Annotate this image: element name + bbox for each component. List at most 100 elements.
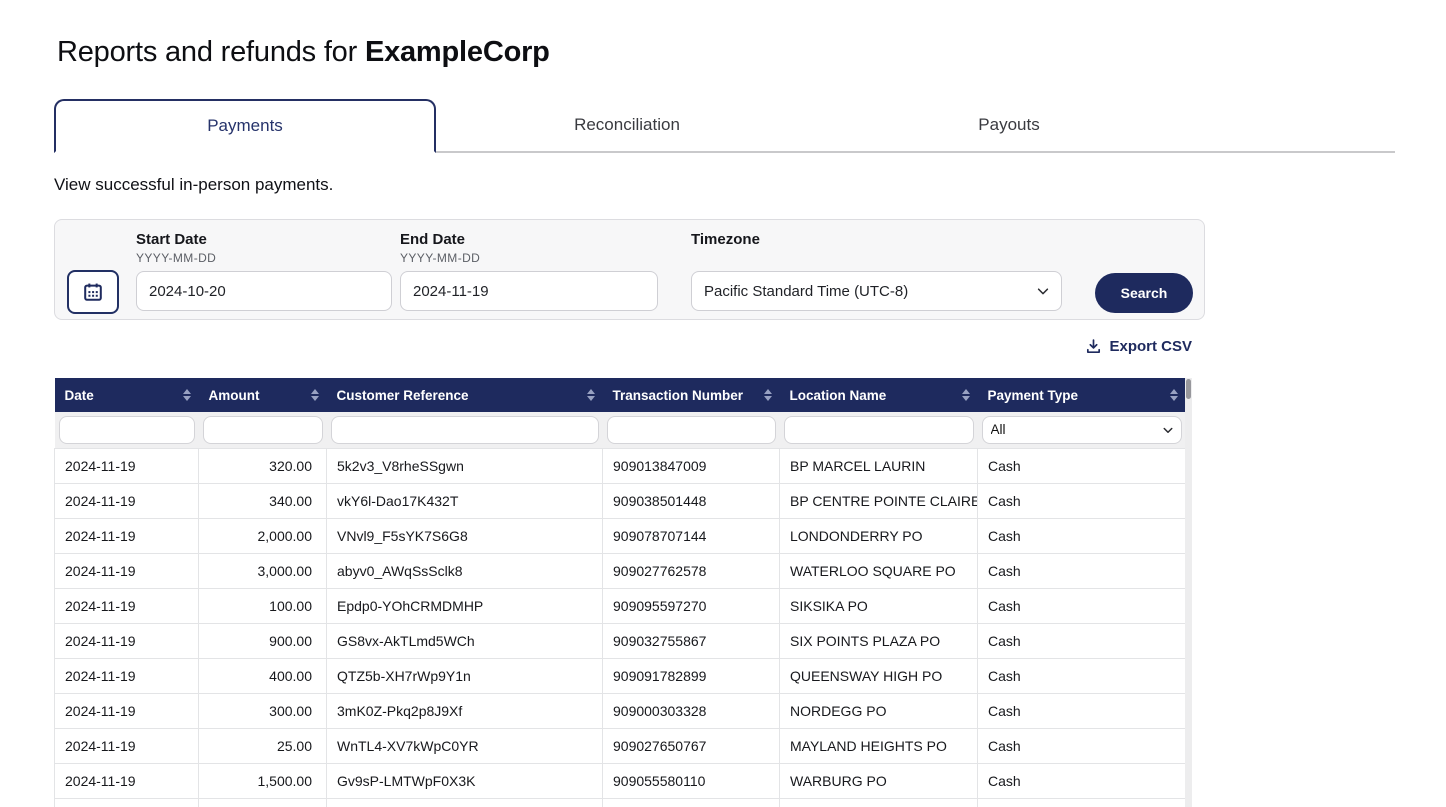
calendar-picker-button[interactable]: [67, 270, 119, 314]
tab-payments[interactable]: Payments: [54, 99, 436, 153]
cell-transaction-number: 909013847009: [603, 448, 780, 483]
column-label: Transaction Number: [613, 388, 744, 403]
cell-customer-reference: QTZ5b-XH7rWp9Y1n: [327, 658, 603, 693]
cell-date: 2024-11-19: [55, 518, 199, 553]
cell-customer-reference: WnTL4-XV7kWpC0YR: [327, 728, 603, 763]
table-row: 2024-11-19320.005k2v3_V8rheSSgwn90901384…: [55, 448, 1186, 483]
cell-customer-reference: 3mK0Z-Pkq2p8J9Xf: [327, 693, 603, 728]
end-date-label: End Date: [400, 231, 465, 248]
export-csv-link[interactable]: Export CSV: [1085, 338, 1192, 355]
cell-transaction-number: 909091782899: [603, 658, 780, 693]
cell-date: [55, 798, 199, 807]
filter-panel: Start Date YYYY-MM-DD End Date YYYY-MM-D…: [54, 219, 1205, 320]
cell-amount: 400.00: [199, 658, 327, 693]
cell-location-name: WARBURG PO: [780, 763, 978, 798]
table-row: [55, 798, 1186, 807]
column-header-location-name[interactable]: Location Name: [780, 378, 978, 412]
tab-bar: Payments Reconciliation Payouts: [54, 99, 1395, 153]
tab-reconciliation-label: Reconciliation: [574, 115, 680, 135]
cell-amount: 320.00: [199, 448, 327, 483]
cell-payment-type: Cash: [978, 553, 1186, 588]
table-row: 2024-11-19340.00vkY6l-Dao17K432T90903850…: [55, 483, 1186, 518]
cell-amount: 100.00: [199, 588, 327, 623]
cell-location-name: BP MARCEL LAURIN: [780, 448, 978, 483]
cell-location-name: SIKSIKA PO: [780, 588, 978, 623]
cell-location-name: BP CENTRE POINTE CLAIRE: [780, 483, 978, 518]
table-row: 2024-11-191,500.00Gv9sP-LMTWpF0X3K909055…: [55, 763, 1186, 798]
table-body: 2024-11-19320.005k2v3_V8rheSSgwn90901384…: [55, 448, 1186, 807]
cell-amount: 2,000.00: [199, 518, 327, 553]
column-header-amount[interactable]: Amount: [199, 378, 327, 412]
column-label: Date: [65, 388, 94, 403]
transaction-number-filter-input[interactable]: [607, 416, 776, 444]
cell-date: 2024-11-19: [55, 588, 199, 623]
table-row: 2024-11-1925.00WnTL4-XV7kWpC0YR909027650…: [55, 728, 1186, 763]
cell-date: 2024-11-19: [55, 658, 199, 693]
page-subtitle: View successful in-person payments.: [54, 175, 1446, 195]
calendar-icon: [82, 281, 104, 303]
tab-reconciliation[interactable]: Reconciliation: [436, 99, 818, 151]
cell-payment-type: Cash: [978, 483, 1186, 518]
cell-amount: 1,500.00: [199, 763, 327, 798]
cell-customer-reference: vkY6l-Dao17K432T: [327, 483, 603, 518]
scrollbar-thumb[interactable]: [1186, 379, 1191, 399]
sort-icon: [311, 389, 319, 401]
location-name-filter-input[interactable]: [784, 416, 974, 444]
cell-customer-reference: GS8vx-AkTLmd5WCh: [327, 623, 603, 658]
cell-transaction-number: 909078707144: [603, 518, 780, 553]
cell-date: 2024-11-19: [55, 728, 199, 763]
payments-table: Date Amount Customer Reference Transacti…: [54, 378, 1192, 807]
date-filter-input[interactable]: [59, 416, 195, 444]
timezone-select[interactable]: Pacific Standard Time (UTC-8): [691, 271, 1062, 311]
cell-payment-type: Cash: [978, 623, 1186, 658]
tab-payouts-label: Payouts: [978, 115, 1039, 135]
table-row: 2024-11-19900.00GS8vx-AkTLmd5WCh90903275…: [55, 623, 1186, 658]
cell-customer-reference: VNvl9_F5sYK7S6G8: [327, 518, 603, 553]
tab-payouts[interactable]: Payouts: [818, 99, 1200, 151]
cell-transaction-number: 909032755867: [603, 623, 780, 658]
cell-transaction-number: 909000303328: [603, 693, 780, 728]
column-header-payment-type[interactable]: Payment Type: [978, 378, 1186, 412]
amount-filter-input[interactable]: [203, 416, 323, 444]
cell-location-name: WATERLOO SQUARE PO: [780, 553, 978, 588]
column-label: Payment Type: [988, 388, 1079, 403]
start-date-input[interactable]: [136, 271, 392, 311]
cell-amount: 25.00: [199, 728, 327, 763]
sort-icon: [962, 389, 970, 401]
start-date-label: Start Date: [136, 231, 207, 248]
column-header-customer-reference[interactable]: Customer Reference: [327, 378, 603, 412]
table-row: 2024-11-19100.00Epdp0-YOhCRMDMHP90909559…: [55, 588, 1186, 623]
download-icon: [1085, 338, 1102, 355]
cell-payment-type: Cash: [978, 693, 1186, 728]
end-date-input[interactable]: [400, 271, 658, 311]
cell-customer-reference: Gv9sP-LMTWpF0X3K: [327, 763, 603, 798]
cell-date: 2024-11-19: [55, 553, 199, 588]
column-header-transaction-number[interactable]: Transaction Number: [603, 378, 780, 412]
cell-customer-reference: [327, 798, 603, 807]
table-row: 2024-11-19300.003mK0Z-Pkq2p8J9Xf90900030…: [55, 693, 1186, 728]
search-button[interactable]: Search: [1095, 273, 1193, 313]
cell-transaction-number: [603, 798, 780, 807]
cell-location-name: LONDONDERRY PO: [780, 518, 978, 553]
cell-amount: [199, 798, 327, 807]
sort-icon: [587, 389, 595, 401]
cell-location-name: [780, 798, 978, 807]
cell-date: 2024-11-19: [55, 763, 199, 798]
customer-reference-filter-input[interactable]: [331, 416, 599, 444]
cell-customer-reference: Epdp0-YOhCRMDMHP: [327, 588, 603, 623]
cell-payment-type: Cash: [978, 518, 1186, 553]
cell-payment-type: Cash: [978, 448, 1186, 483]
cell-customer-reference: 5k2v3_V8rheSSgwn: [327, 448, 603, 483]
table-scrollbar[interactable]: [1185, 378, 1192, 807]
cell-date: 2024-11-19: [55, 623, 199, 658]
cell-customer-reference: abyv0_AWqSsSclk8: [327, 553, 603, 588]
cell-location-name: QUEENSWAY HIGH PO: [780, 658, 978, 693]
cell-amount: 900.00: [199, 623, 327, 658]
column-header-date[interactable]: Date: [55, 378, 199, 412]
cell-transaction-number: 909038501448: [603, 483, 780, 518]
cell-location-name: SIX POINTS PLAZA PO: [780, 623, 978, 658]
cell-date: 2024-11-19: [55, 448, 199, 483]
cell-transaction-number: 909027762578: [603, 553, 780, 588]
cell-location-name: NORDEGG PO: [780, 693, 978, 728]
payment-type-filter-select[interactable]: All: [982, 416, 1182, 444]
